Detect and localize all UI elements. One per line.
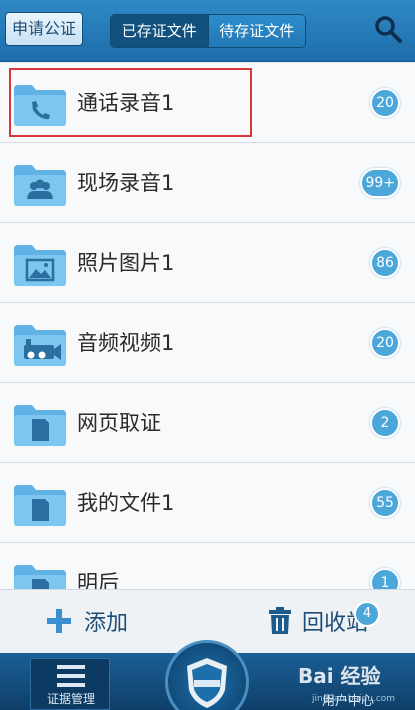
add-label: 添加 — [84, 611, 129, 636]
search-icon[interactable] — [373, 14, 403, 44]
list-item[interactable]: 通话录音1 20 — [0, 63, 415, 143]
count-badge: 1 — [370, 568, 400, 589]
file-tabs: 已存证文件 待存证文件 — [110, 14, 306, 48]
shield-logo-icon — [187, 658, 227, 708]
nav-left-label: 证据管理 — [46, 692, 95, 706]
list-item[interactable]: 音频视频1 20 — [0, 303, 415, 383]
list-item[interactable]: 我的文件1 55 — [0, 463, 415, 543]
recycle-count-badge: 4 — [354, 601, 380, 627]
add-button[interactable]: 添加 — [46, 604, 128, 638]
count-badge: 2 — [370, 408, 400, 438]
list-item-label: 明后 — [77, 571, 119, 589]
list-item[interactable]: 明后 1 — [0, 543, 415, 589]
document-folder-icon — [14, 565, 66, 589]
watermark-logo: Bai 经验 — [298, 664, 381, 688]
list-item[interactable]: 现场录音1 99+ — [0, 143, 415, 223]
list-item-label: 现场录音1 — [77, 171, 175, 195]
top-bar: 申请公证 已存证文件 待存证文件 — [0, 0, 415, 62]
list-item[interactable]: 照片图片1 86 — [0, 223, 415, 303]
menu-icon — [57, 665, 85, 687]
tab-pending-files[interactable]: 待存证文件 — [207, 15, 305, 47]
trash-icon — [269, 607, 291, 634]
list-item[interactable]: 网页取证 2 — [0, 383, 415, 463]
count-badge: 99+ — [360, 168, 400, 198]
list-item-label: 我的文件1 — [77, 491, 175, 515]
selection-highlight — [9, 68, 252, 137]
image-folder-icon — [14, 245, 66, 286]
count-badge: 20 — [370, 88, 400, 118]
count-badge: 86 — [370, 248, 400, 278]
plus-icon — [47, 609, 71, 633]
count-badge: 20 — [370, 328, 400, 358]
document-folder-icon — [14, 405, 66, 446]
list-item-label: 音频视频1 — [77, 331, 175, 355]
list-item-label: 网页取证 — [77, 411, 161, 435]
apply-notarization-button[interactable]: 申请公证 — [5, 12, 83, 46]
video-folder-icon — [14, 325, 66, 366]
people-folder-icon — [14, 165, 66, 206]
tab-stored-files[interactable]: 已存证文件 — [111, 15, 208, 47]
count-badge: 55 — [370, 488, 400, 518]
document-folder-icon — [14, 485, 66, 526]
nav-evidence-management[interactable]: 证据管理 — [30, 658, 110, 710]
recycle-bin-button[interactable]: 回收站 — [268, 604, 368, 638]
folder-list: 通话录音1 20 现场录音1 99+ 照片图片1 86 音频视频1 20 网页取… — [0, 63, 415, 589]
watermark-url: jingyan.baidu.com — [312, 694, 396, 704]
list-item-label: 照片图片1 — [77, 251, 175, 275]
